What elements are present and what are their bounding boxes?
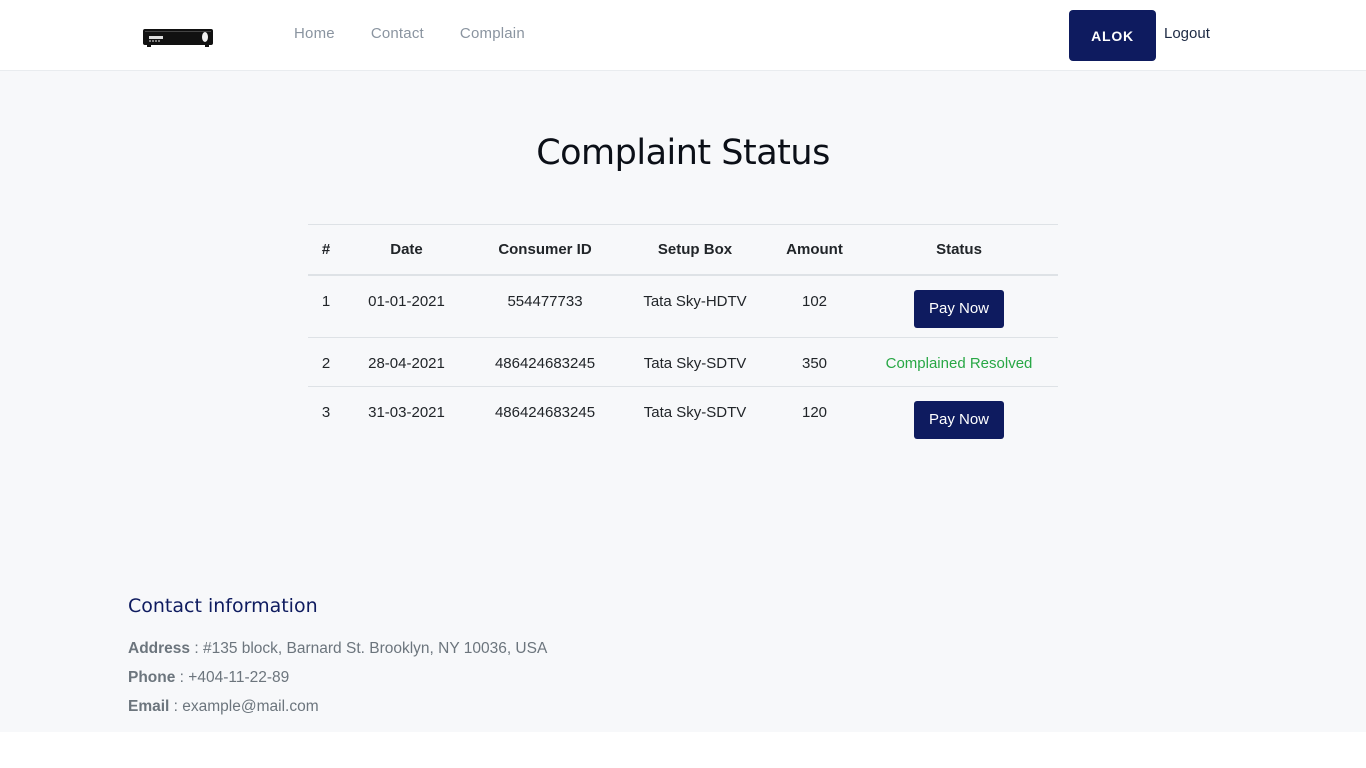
cell-date: 31-03-2021 (368, 404, 445, 421)
contact-email: Email : example@mail.com (128, 698, 319, 715)
column-header-amount: Amount (769, 224, 860, 276)
contact-information: Contact information Address : #135 block… (128, 595, 547, 721)
table-row: 2 28-04-2021 486424683245 Tata Sky-SDTV … (308, 337, 1058, 387)
cell-date: 01-01-2021 (344, 274, 469, 338)
cell-consumer-id: 486424683245 (469, 337, 621, 387)
column-header-number: # (308, 224, 344, 276)
cell-amount: 350 (769, 337, 860, 387)
email-label: Email (128, 698, 170, 715)
cell-status: Complained Resolved (860, 337, 1058, 387)
table-row: 3 31-03-2021 486424683245 Tata Sky-SDTV … (308, 387, 1058, 445)
cell-date: 28-04-2021 (344, 337, 469, 387)
status-resolved-text: Complained Resolved (885, 355, 1033, 372)
nav-link-home[interactable]: Home (294, 25, 335, 42)
table-header-row: # Date Consumer ID Setup Box Amount Stat… (308, 224, 1058, 276)
phone-label: Phone (128, 669, 176, 686)
nav-link-complain[interactable]: Complain (460, 25, 525, 42)
cell-amount: 120 (801, 404, 828, 421)
column-header-status: Status (860, 224, 1058, 276)
contact-phone: Phone : +404-11-22-89 (128, 669, 290, 686)
cell-number: 2 (308, 337, 344, 387)
email-value: example@mail.com (182, 698, 319, 715)
address-label: Address (128, 640, 191, 657)
pay-now-button[interactable]: Pay Now (914, 289, 1004, 328)
cell-setup-box: Tata Sky-SDTV (621, 337, 769, 387)
cell-amount: 102 (769, 274, 860, 338)
page-bottom (0, 732, 1366, 768)
contact-title: Contact information (128, 595, 318, 617)
column-header-date: Date (344, 224, 469, 276)
column-header-setup-box: Setup Box (621, 224, 769, 276)
main-content: Complaint Status # Date Consumer ID Setu… (0, 71, 1366, 732)
cell-status: Pay Now (860, 274, 1058, 338)
contact-address: Address : #135 block, Barnard St. Brookl… (128, 640, 548, 657)
nav-link-contact[interactable]: Contact (371, 25, 424, 42)
set-top-box-icon[interactable] (142, 27, 214, 49)
address-value: #135 block, Barnard St. Brooklyn, NY 100… (202, 640, 548, 657)
page-title: Complaint Status (536, 133, 830, 173)
navbar: Home Contact Complain ALOK Logout (0, 0, 1366, 71)
cell-number: 3 (321, 404, 331, 421)
cell-setup-box: Tata Sky-SDTV (643, 404, 747, 421)
cell-number: 1 (308, 274, 344, 338)
user-button[interactable]: ALOK (1069, 10, 1156, 61)
logout-link[interactable]: Logout (1164, 25, 1210, 42)
complaint-table: # Date Consumer ID Setup Box Amount Stat… (308, 224, 1058, 445)
phone-value: +404-11-22-89 (188, 669, 290, 686)
cell-status: Pay Now (860, 387, 1058, 445)
pay-now-button[interactable]: Pay Now (914, 401, 1004, 439)
cell-consumer-id: 554477733 (469, 274, 621, 338)
cell-consumer-id: 486424683245 (494, 404, 596, 421)
cell-setup-box: Tata Sky-HDTV (621, 274, 769, 338)
column-header-consumer-id: Consumer ID (469, 224, 621, 276)
nav-links: Home Contact Complain (294, 25, 525, 42)
table-row: 1 01-01-2021 554477733 Tata Sky-HDTV 102… (308, 274, 1058, 338)
